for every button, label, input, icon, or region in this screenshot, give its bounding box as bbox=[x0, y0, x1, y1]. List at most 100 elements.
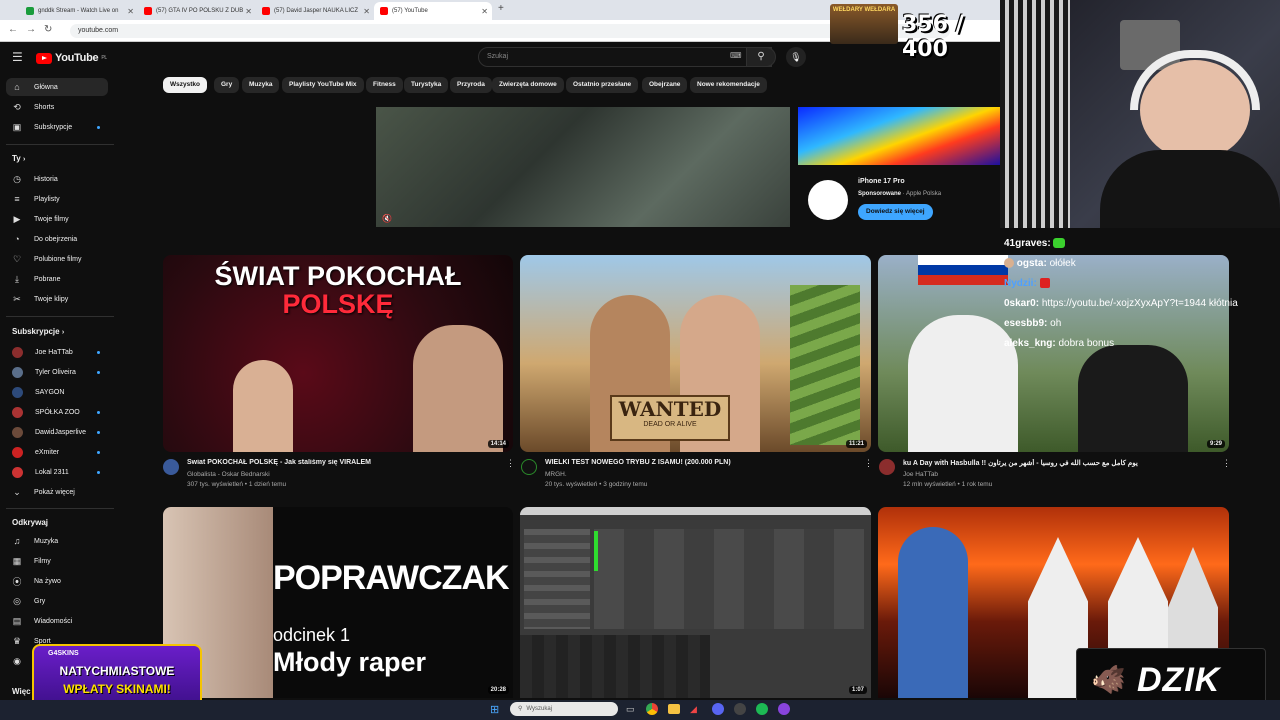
explore-section-header: Odkrywaj bbox=[12, 518, 49, 527]
wanted-poster: WANTED DEAD OR ALIVE bbox=[610, 395, 730, 441]
chat-message: 41graves: bbox=[1004, 238, 1066, 249]
you-section-header[interactable]: Ty › bbox=[12, 154, 25, 163]
sidebar-item-clips[interactable]: ✂ Twoje klipy bbox=[6, 290, 108, 308]
channel-avatar[interactable] bbox=[879, 459, 895, 475]
video-thumbnail[interactable]: 1:07 bbox=[520, 507, 871, 698]
taskbar-search-input[interactable]: ⚲ Wyszukaj bbox=[510, 702, 618, 716]
mute-icon[interactable]: 🔇 bbox=[382, 214, 392, 223]
avatar bbox=[12, 386, 23, 398]
sidebar-item-playlists[interactable]: ≡ Playlisty bbox=[6, 190, 108, 208]
browser-tab[interactable]: (57) GTA IV PO POLSKU Z DUB ✕ bbox=[138, 2, 256, 20]
sidebar-item-liked[interactable]: ♡ Polubione filmy bbox=[6, 250, 108, 268]
windows-start-icon[interactable]: ⊞ bbox=[490, 703, 499, 716]
close-icon[interactable]: ✕ bbox=[245, 7, 252, 16]
filter-chip[interactable]: Przyroda bbox=[450, 77, 492, 93]
chat-text: oh bbox=[1050, 318, 1062, 329]
ad-cta-button[interactable]: Dowiedz się więcej bbox=[858, 204, 933, 220]
sidebar-item-watch-later[interactable]: ◔ Do obejrzenia bbox=[6, 230, 108, 248]
sidebar-item-live[interactable]: ⦿ Na żywo bbox=[6, 572, 108, 590]
task-view-icon[interactable]: ▭ bbox=[626, 704, 635, 715]
filter-chip[interactable]: Fitness bbox=[366, 77, 403, 93]
sidebar-sub-channel[interactable]: SPÓŁKA ZOO bbox=[6, 403, 108, 421]
apple-logo-icon[interactable] bbox=[808, 180, 848, 220]
download-icon: ⤓ bbox=[15, 273, 19, 284]
new-content-dot bbox=[97, 350, 100, 354]
filter-chip[interactable]: Ostatnio przesłane bbox=[566, 77, 639, 93]
close-icon[interactable]: ✕ bbox=[363, 7, 370, 16]
thumbnail-text: Młody raper bbox=[273, 647, 427, 677]
sidebar-item-history[interactable]: ◷ Historia bbox=[6, 170, 108, 188]
more-vert-icon[interactable]: ⋮ bbox=[506, 458, 515, 469]
filter-chip[interactable]: Gry bbox=[214, 77, 240, 93]
sidebar-item-gaming[interactable]: ◎ Gry bbox=[6, 592, 108, 610]
sidebar-item-downloads[interactable]: ⤓ Pobrane bbox=[6, 270, 108, 288]
video-thumbnail[interactable]: WANTED DEAD OR ALIVE 11:21 bbox=[520, 255, 871, 452]
stream-chat: 41graves: ogsta: ołółek Nydzii: 0skar0: … bbox=[1000, 232, 1280, 354]
filter-chip[interactable]: Obejrzane bbox=[642, 77, 688, 93]
sidebar-item-your-videos[interactable]: ▶ Twoje filmy bbox=[6, 210, 108, 228]
video-title[interactable]: ku A Day with Hasbulla !! يوم كامل مع حس… bbox=[903, 459, 1218, 467]
keyboard-icon[interactable]: ⌨ bbox=[730, 51, 742, 60]
chrome-icon[interactable] bbox=[646, 703, 658, 715]
subscriptions-section-header[interactable]: Subskrypcje › bbox=[12, 327, 64, 336]
channel-avatar[interactable] bbox=[521, 459, 537, 475]
sidebar-item-subscriptions[interactable]: ▣ Subskrypcje bbox=[6, 118, 108, 136]
channel-name[interactable]: Joe HaTTab bbox=[903, 471, 938, 478]
app-icon[interactable]: ◢ bbox=[690, 704, 697, 715]
sidebar-item-home[interactable]: ⌂ Główna bbox=[6, 78, 108, 96]
podcast-icon: ◉ bbox=[13, 655, 21, 666]
filter-chip[interactable]: Wszystko bbox=[163, 77, 207, 93]
striped-curtain bbox=[1000, 0, 1070, 228]
avatar bbox=[12, 426, 23, 438]
sidebar-sub-channel[interactable]: Joe HaTTab bbox=[6, 343, 108, 361]
ad-title[interactable]: iPhone 17 Pro bbox=[858, 178, 905, 185]
back-icon[interactable]: ← bbox=[8, 24, 18, 35]
sidebar-item-news[interactable]: ▤ Wiadomości bbox=[6, 612, 108, 630]
video-title[interactable]: WIELKI TEST NOWEGO TRYBU Z ISAMU! (200.0… bbox=[545, 459, 855, 466]
filter-chip[interactable]: Playlisty YouTube Mix bbox=[282, 77, 364, 93]
show-more-button[interactable]: ⌄ Pokaż więcej bbox=[6, 483, 108, 501]
url-field[interactable]: youtube.com bbox=[70, 24, 950, 38]
video-title[interactable]: Świat POKOCHAŁ POLSKĘ - Jak staliśmy się… bbox=[187, 459, 497, 466]
search-input[interactable]: Szukaj bbox=[478, 47, 772, 67]
filter-chip[interactable]: Turystyka bbox=[404, 77, 449, 93]
sidebar-item-music[interactable]: ♫ Muzyka bbox=[6, 532, 108, 550]
ad-banner-image[interactable] bbox=[798, 107, 1000, 165]
forward-icon[interactable]: → bbox=[26, 24, 36, 35]
filter-chip[interactable]: Muzyka bbox=[242, 77, 280, 93]
channel-avatar[interactable] bbox=[163, 459, 179, 475]
app-icon[interactable] bbox=[778, 703, 790, 715]
reload-icon[interactable]: ↻ bbox=[44, 24, 52, 35]
sidebar-sub-channel[interactable]: eXmiter bbox=[6, 443, 108, 461]
video-thumbnail[interactable]: ŚWIAT POKOCHAŁ POLSKĘ 14:14 bbox=[163, 255, 513, 452]
sidebar-item-shorts[interactable]: ⟲ Shorts bbox=[6, 98, 108, 116]
app-icon[interactable] bbox=[734, 703, 746, 715]
close-icon[interactable]: ✕ bbox=[127, 7, 134, 16]
folder-icon[interactable] bbox=[668, 704, 680, 714]
spotify-icon[interactable] bbox=[756, 703, 768, 715]
video-meta: 307 tys. wyświetleń • 1 dzień temu bbox=[187, 481, 287, 488]
sidebar-sub-channel[interactable]: SAYGON bbox=[6, 383, 108, 401]
browser-tab-active[interactable]: (57) YouTube ✕ bbox=[374, 2, 492, 20]
video-thumbnail[interactable]: POPRAWCZAK odcinek 1 Młody raper 20:28 bbox=[163, 507, 513, 698]
sidebar-sub-channel[interactable]: Lokal 2311 bbox=[6, 463, 108, 481]
ad-video-player[interactable]: 🔇 bbox=[376, 107, 790, 227]
channel-name[interactable]: Globalista - Oskar Bednarski bbox=[187, 471, 270, 478]
browser-tab[interactable]: (57) David Jasper NAUKA LICZ ✕ bbox=[256, 2, 374, 20]
filter-chip[interactable]: Zwierzęta domowe bbox=[492, 77, 564, 93]
sidebar-item-label: Historia bbox=[34, 175, 58, 183]
browser-tab[interactable]: gnddk Stream - Watch Live on ✕ bbox=[20, 2, 138, 20]
more-vert-icon[interactable]: ⋮ bbox=[1222, 458, 1231, 469]
channel-name[interactable]: MRGH. bbox=[545, 471, 567, 478]
search-button[interactable]: ⚲ bbox=[746, 47, 776, 67]
close-icon[interactable]: ✕ bbox=[481, 7, 488, 16]
discord-icon[interactable] bbox=[712, 703, 724, 715]
sidebar-item-movies[interactable]: ▦ Filmy bbox=[6, 552, 108, 570]
sidebar-sub-channel[interactable]: Tyler Oliveira bbox=[6, 363, 108, 381]
mic-button[interactable]: 🎙 bbox=[786, 47, 806, 67]
emote-icon bbox=[1039, 278, 1050, 289]
more-vert-icon[interactable]: ⋮ bbox=[864, 458, 873, 469]
sidebar-sub-channel[interactable]: DawidJasperlive bbox=[6, 423, 108, 441]
filter-chip[interactable]: Nowe rekomendacje bbox=[690, 77, 767, 93]
new-tab-button[interactable]: + bbox=[498, 3, 504, 14]
